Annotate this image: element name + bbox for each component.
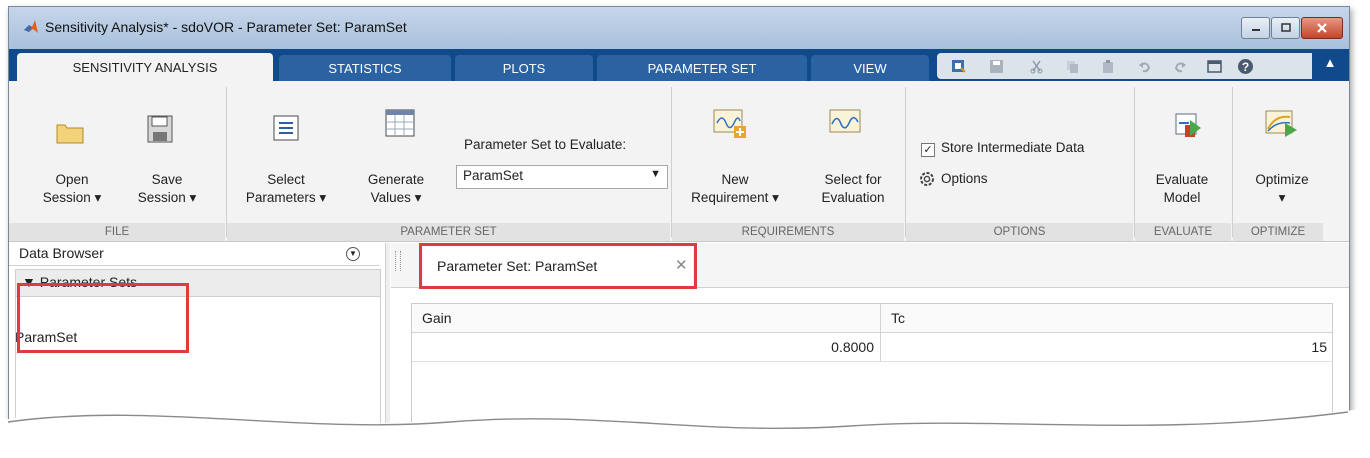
window-icon[interactable] — [1207, 59, 1222, 74]
ribbon-divider — [671, 87, 672, 237]
evaluate-icon — [1175, 113, 1201, 137]
close-icon[interactable]: ✕ — [675, 256, 688, 274]
window-title: Sensitivity Analysis* - sdoVOR - Paramet… — [45, 19, 407, 35]
new-requirement-button[interactable]: New Requirement ▾ — [673, 171, 797, 207]
section-evaluate-label: EVALUATE — [1135, 223, 1231, 241]
ribbon-divider — [1232, 87, 1233, 237]
collapse-ribbon-button[interactable]: ▲ — [1319, 55, 1341, 75]
grip-handle[interactable] — [395, 251, 401, 271]
floppy-disk-icon — [147, 115, 173, 143]
ribbon-divider — [1134, 87, 1135, 237]
section-file-label: FILE — [9, 223, 225, 241]
store-intermediate-label: Store Intermediate Data — [941, 140, 1085, 155]
tab-statistics[interactable]: STATISTICS — [279, 55, 451, 81]
minimize-icon — [1251, 29, 1260, 31]
tab-parameter-set-paramset[interactable]: Parameter Set: ParamSet ✕ — [423, 245, 693, 287]
close-button[interactable] — [1301, 17, 1343, 39]
section-requirements-label: REQUIREMENTS — [672, 223, 904, 241]
matlab-logo-icon — [24, 20, 38, 33]
maximize-button[interactable] — [1271, 17, 1300, 39]
maximize-icon — [1280, 23, 1291, 32]
parameter-set-dropdown[interactable]: ParamSet ▼ — [456, 165, 668, 189]
data-browser-title: Data Browser — [19, 245, 104, 261]
new-icon[interactable] — [951, 59, 966, 74]
copy-icon[interactable] — [1065, 59, 1080, 74]
document-tab-label: Parameter Set: ParamSet — [437, 258, 598, 274]
parameter-sets-group[interactable]: ▼ Parameter Sets — [15, 269, 381, 297]
help-icon[interactable]: ? — [1237, 58, 1254, 75]
section-optimize-label: OPTIMIZE — [1233, 223, 1323, 241]
ribbon: Open Session ▾ Save Session ▾ FILE Selec… — [9, 81, 1349, 242]
optimize-icon — [1265, 110, 1297, 137]
panel-menu-icon[interactable]: ▼ — [346, 247, 360, 261]
close-icon — [1317, 23, 1327, 33]
parameter-set-dropdown-value: ParamSet — [463, 168, 524, 183]
parameter-sets-label: ▼ Parameter Sets — [22, 274, 138, 290]
evaluate-model-button[interactable]: Evaluate Model — [1137, 171, 1227, 207]
table-cell-tc[interactable]: 15 — [881, 333, 1333, 362]
new-requirement-icon — [713, 109, 746, 138]
redo-icon[interactable] — [1173, 59, 1188, 74]
title-bar: Sensitivity Analysis* - sdoVOR - Paramet… — [9, 7, 1349, 49]
column-header-tc[interactable]: Tc — [881, 304, 1332, 333]
optimize-button[interactable]: Optimize ▾ — [1237, 171, 1327, 207]
tab-parameter-set[interactable]: PARAMETER SET — [597, 55, 807, 81]
select-for-evaluation-button[interactable]: Select for Evaluation — [803, 171, 903, 207]
svg-text:?: ? — [1242, 60, 1249, 74]
list-icon — [273, 115, 299, 141]
cut-icon[interactable] — [1029, 59, 1044, 74]
signal-icon — [829, 109, 861, 133]
open-session-button[interactable]: Open Session ▾ — [27, 171, 117, 207]
parameter-set-to-evaluate-label: Parameter Set to Evaluate: — [464, 137, 627, 152]
save-session-button[interactable]: Save Session ▾ — [117, 171, 217, 207]
options-button[interactable]: Options — [941, 171, 988, 186]
paste-icon[interactable] — [1101, 59, 1116, 74]
gear-icon[interactable] — [919, 171, 935, 187]
list-item[interactable]: ParamSet — [15, 329, 77, 345]
torn-edge-decoration — [0, 408, 1370, 458]
save-icon[interactable] — [989, 59, 1004, 74]
undo-icon[interactable] — [1137, 59, 1152, 74]
generate-values-button[interactable]: Generate Values ▾ — [351, 171, 441, 207]
app-window: Sensitivity Analysis* - sdoVOR - Paramet… — [8, 6, 1350, 444]
column-header-gain[interactable]: Gain — [412, 304, 881, 333]
select-parameters-button[interactable]: Select Parameters ▾ — [231, 171, 341, 207]
table-cell-gain[interactable]: 0.8000 — [412, 333, 881, 362]
ribbon-tab-strip: SENSITIVITY ANALYSIS STATISTICS PLOTS PA… — [9, 49, 1349, 81]
folder-icon — [56, 124, 84, 144]
data-browser-header: Data Browser ▼ — [9, 243, 379, 266]
section-parameter-set-label: PARAMETER SET — [227, 223, 670, 241]
ribbon-divider — [226, 87, 227, 237]
store-intermediate-checkbox[interactable]: ✓ — [921, 143, 935, 157]
minimize-button[interactable] — [1241, 17, 1270, 39]
chevron-down-icon: ▼ — [650, 168, 661, 180]
quick-access-toolbar: ? — [937, 53, 1312, 79]
tab-plots[interactable]: PLOTS — [455, 55, 593, 81]
ribbon-divider — [905, 87, 906, 237]
tab-sensitivity-analysis[interactable]: SENSITIVITY ANALYSIS — [17, 53, 273, 81]
tab-view[interactable]: VIEW — [811, 55, 929, 81]
grid-icon — [385, 109, 415, 137]
section-options-label: OPTIONS — [906, 223, 1133, 241]
